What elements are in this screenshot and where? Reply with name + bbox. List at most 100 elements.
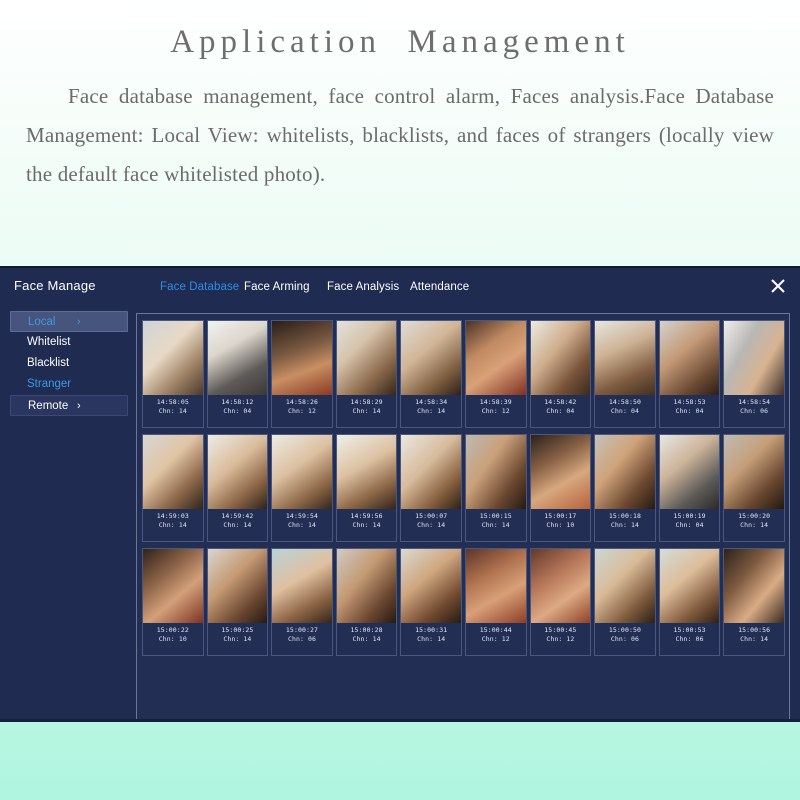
capture-time: 15:00:20 <box>738 512 771 520</box>
face-card[interactable]: 15:00:44 Chn: 12 <box>464 548 527 656</box>
face-card[interactable]: 14:58:05 Chn: 14 <box>142 320 204 428</box>
sidebar-item-label: Remote <box>28 400 69 412</box>
face-card[interactable]: 15:00:18 Chn: 14 <box>594 434 656 542</box>
face-thumbnail <box>530 435 591 509</box>
face-card[interactable]: 15:00:20 Chn: 14 <box>723 434 785 542</box>
face-card-meta: 14:58:26 Chn: 12 <box>272 395 332 427</box>
face-card[interactable]: 15:00:17 Chn: 10 <box>529 434 592 542</box>
capture-time: 14:59:42 <box>221 512 254 520</box>
capture-time: 14:58:50 <box>608 398 641 406</box>
face-card[interactable]: 14:58:50 Chn: 04 <box>594 320 656 428</box>
face-card[interactable]: 14:58:34 Chn: 14 <box>400 320 462 428</box>
face-manage-window: Face Manage Face Database Face Arming Fa… <box>0 266 800 722</box>
capture-time: 14:59:56 <box>350 512 383 520</box>
face-thumbnail <box>724 321 784 395</box>
face-card[interactable]: 14:59:54 Chn: 14 <box>271 434 333 542</box>
capture-time: 14:58:54 <box>738 398 771 406</box>
face-thumbnail <box>530 549 591 623</box>
channel-label: Chn: 14 <box>740 635 769 644</box>
channel-label: Chn: 12 <box>287 407 317 416</box>
capture-time: 15:00:53 <box>673 626 706 634</box>
tab-face-database[interactable]: Face Database <box>160 281 244 293</box>
capture-time: 14:58:29 <box>350 398 383 406</box>
face-card[interactable]: 15:00:45 Chn: 12 <box>529 548 592 656</box>
sidebar-item-blacklist[interactable]: Blacklist <box>14 353 128 374</box>
face-thumbnail <box>530 321 591 395</box>
face-card-meta: 14:58:54 Chn: 06 <box>724 395 784 427</box>
channel-label: Chn: 14 <box>223 521 252 530</box>
face-thumbnail <box>595 549 655 623</box>
channel-label: Chn: 14 <box>158 521 187 530</box>
face-card[interactable]: 15:00:56 Chn: 14 <box>723 548 785 656</box>
channel-label: Chn: 14 <box>352 521 381 530</box>
capture-time: 15:00:27 <box>285 626 319 634</box>
face-card-meta: 14:58:39 Chn: 12 <box>466 395 526 427</box>
face-card[interactable]: 14:59:42 Chn: 14 <box>206 434 269 542</box>
face-card[interactable]: 15:00:15 Chn: 14 <box>464 434 527 542</box>
chevron-right-icon: › <box>77 316 81 328</box>
sidebar-item-label: Local <box>28 316 56 328</box>
face-card[interactable]: 15:00:53 Chn: 06 <box>658 548 721 656</box>
face-thumbnail <box>272 549 332 623</box>
channel-label: Chn: 14 <box>417 635 446 644</box>
face-thumbnail <box>336 321 397 395</box>
face-thumbnail <box>724 435 784 509</box>
face-card[interactable]: 14:58:12 Chn: 04 <box>206 320 269 428</box>
capture-time: 14:59:03 <box>156 512 189 520</box>
face-thumbnail <box>336 549 397 623</box>
capture-time: 15:00:25 <box>221 626 254 634</box>
sidebar-item-stranger[interactable]: Stranger <box>14 374 128 395</box>
face-card[interactable]: 15:00:27 Chn: 06 <box>271 548 333 656</box>
capture-time: 15:00:31 <box>415 626 448 634</box>
face-thumbnail <box>401 321 461 395</box>
face-card-meta: 14:59:42 Chn: 14 <box>208 509 268 541</box>
face-card-meta: 14:59:54 Chn: 14 <box>272 509 332 541</box>
face-card[interactable]: 14:58:42 Chn: 04 <box>529 320 592 428</box>
face-thumbnail <box>659 321 720 395</box>
face-card-meta: 15:00:56 Chn: 14 <box>724 623 784 655</box>
capture-time: 15:00:07 <box>415 512 448 520</box>
thumbnail-row: 14:58:05 Chn: 14 14:58:12 Chn: 04 14:58:… <box>141 320 785 428</box>
sidebar-item-label: Stranger <box>27 378 72 390</box>
channel-label: Chn: 14 <box>287 521 317 530</box>
face-card-meta: 15:00:19 Chn: 04 <box>660 509 720 541</box>
face-thumbnail <box>465 435 526 509</box>
face-card[interactable]: 15:00:50 Chn: 06 <box>594 548 656 656</box>
sidebar-item-whitelist[interactable]: Whitelist <box>14 332 128 353</box>
face-card-meta: 15:00:31 Chn: 14 <box>401 623 461 655</box>
face-card[interactable]: 15:00:22 Chn: 10 <box>142 548 204 656</box>
capture-time: 15:00:50 <box>608 626 641 634</box>
sidebar-item-remote[interactable]: Remote › <box>10 395 128 416</box>
face-card-meta: 14:58:05 Chn: 14 <box>143 395 203 427</box>
face-card[interactable]: 14:58:53 Chn: 04 <box>658 320 721 428</box>
tab-face-arming[interactable]: Face Arming <box>244 281 327 293</box>
channel-label: Chn: 04 <box>546 407 575 416</box>
tab-face-analysis[interactable]: Face Analysis <box>327 281 410 293</box>
capture-time: 14:58:26 <box>285 398 319 406</box>
sidebar-item-local[interactable]: Local › <box>10 311 128 332</box>
tab-attendance[interactable]: Attendance <box>410 281 480 293</box>
face-card[interactable]: 15:00:07 Chn: 14 <box>400 434 462 542</box>
face-thumbnail <box>465 321 526 395</box>
capture-time: 15:00:18 <box>608 512 641 520</box>
face-card-meta: 15:00:07 Chn: 14 <box>401 509 461 541</box>
face-card[interactable]: 14:59:56 Chn: 14 <box>335 434 398 542</box>
face-card[interactable]: 15:00:28 Chn: 14 <box>335 548 398 656</box>
window-titlebar: Face Manage Face Database Face Arming Fa… <box>0 268 800 304</box>
face-card-meta: 15:00:20 Chn: 14 <box>724 509 784 541</box>
face-card[interactable]: 15:00:19 Chn: 04 <box>658 434 721 542</box>
window-title: Face Manage <box>14 278 96 293</box>
face-card[interactable]: 14:58:54 Chn: 06 <box>723 320 785 428</box>
close-icon[interactable] <box>768 276 788 296</box>
face-card-meta: 15:00:18 Chn: 14 <box>595 509 655 541</box>
face-card[interactable]: 14:58:39 Chn: 12 <box>464 320 527 428</box>
thumbnail-row: 15:00:22 Chn: 10 15:00:25 Chn: 14 15:00:… <box>141 548 785 656</box>
face-card[interactable]: 14:59:03 Chn: 14 <box>142 434 204 542</box>
face-card[interactable]: 15:00:25 Chn: 14 <box>206 548 269 656</box>
face-card[interactable]: 14:58:29 Chn: 14 <box>335 320 398 428</box>
capture-time: 14:58:12 <box>221 398 254 406</box>
channel-label: Chn: 14 <box>417 407 446 416</box>
face-card[interactable]: 15:00:31 Chn: 14 <box>400 548 462 656</box>
face-card[interactable]: 14:58:26 Chn: 12 <box>271 320 333 428</box>
channel-label: Chn: 14 <box>610 521 639 530</box>
